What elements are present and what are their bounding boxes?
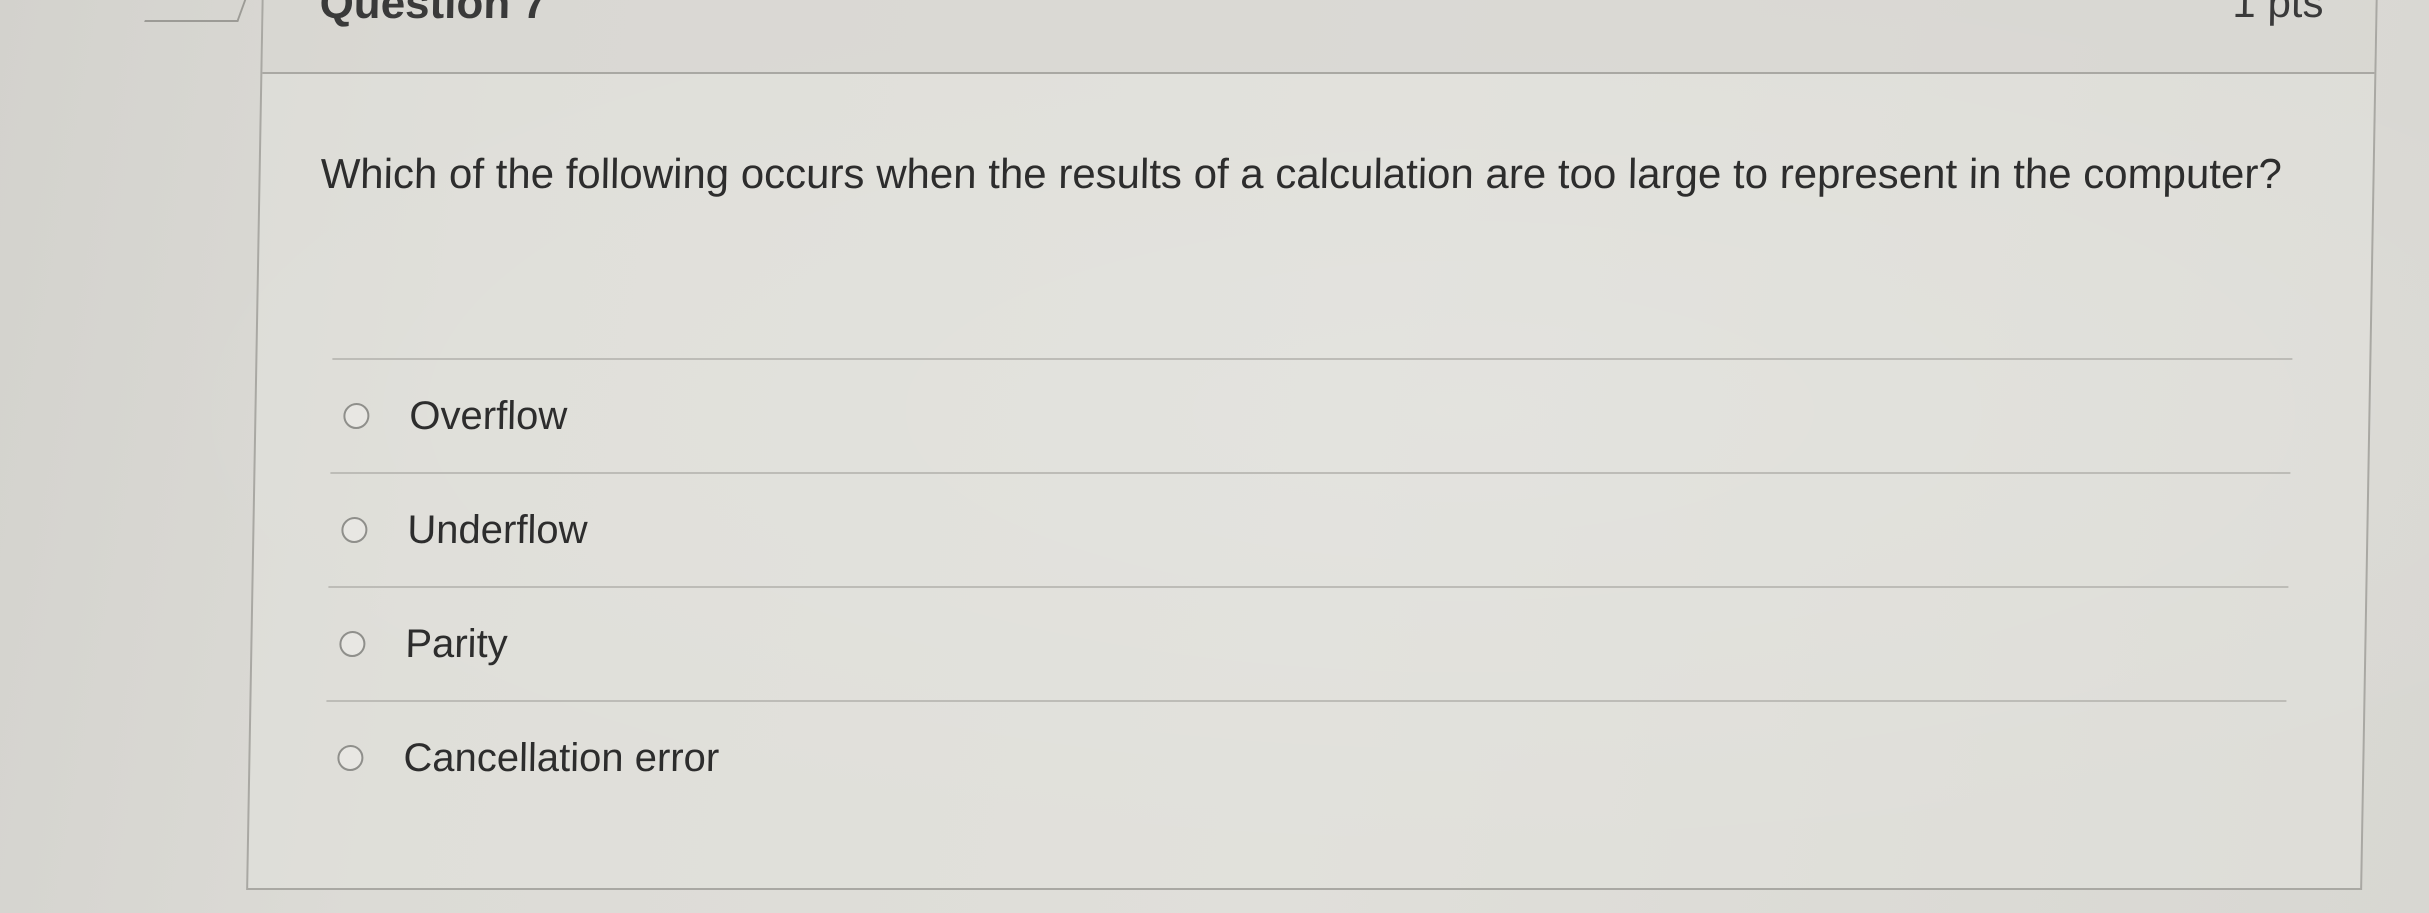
- collapse-icon: [144, 0, 250, 22]
- question-title: Question 7: [319, 0, 548, 28]
- radio-button[interactable]: [337, 745, 364, 771]
- answer-option-cancellation-error[interactable]: Cancellation error: [324, 702, 2286, 814]
- radio-button[interactable]: [339, 631, 366, 657]
- answer-label: Underflow: [407, 507, 588, 552]
- question-header: Question 7 1 pts: [262, 0, 2376, 74]
- question-card: Question 7 1 pts Which of the following …: [246, 0, 2378, 890]
- question-text: Which of the following occurs when the r…: [320, 150, 2283, 197]
- answer-option-underflow[interactable]: Underflow: [328, 474, 2290, 586]
- answer-label: Cancellation error: [403, 735, 720, 780]
- radio-button[interactable]: [341, 517, 368, 543]
- answer-label: Overflow: [409, 393, 568, 438]
- answer-option-overflow[interactable]: Overflow: [330, 360, 2292, 472]
- answer-option-parity[interactable]: Parity: [326, 588, 2288, 700]
- answer-label: Parity: [405, 621, 509, 666]
- answer-list: Overflow Underflow Parity Cancellation e…: [324, 358, 2293, 814]
- radio-button[interactable]: [343, 403, 370, 429]
- question-points: 1 pts: [2232, 0, 2325, 26]
